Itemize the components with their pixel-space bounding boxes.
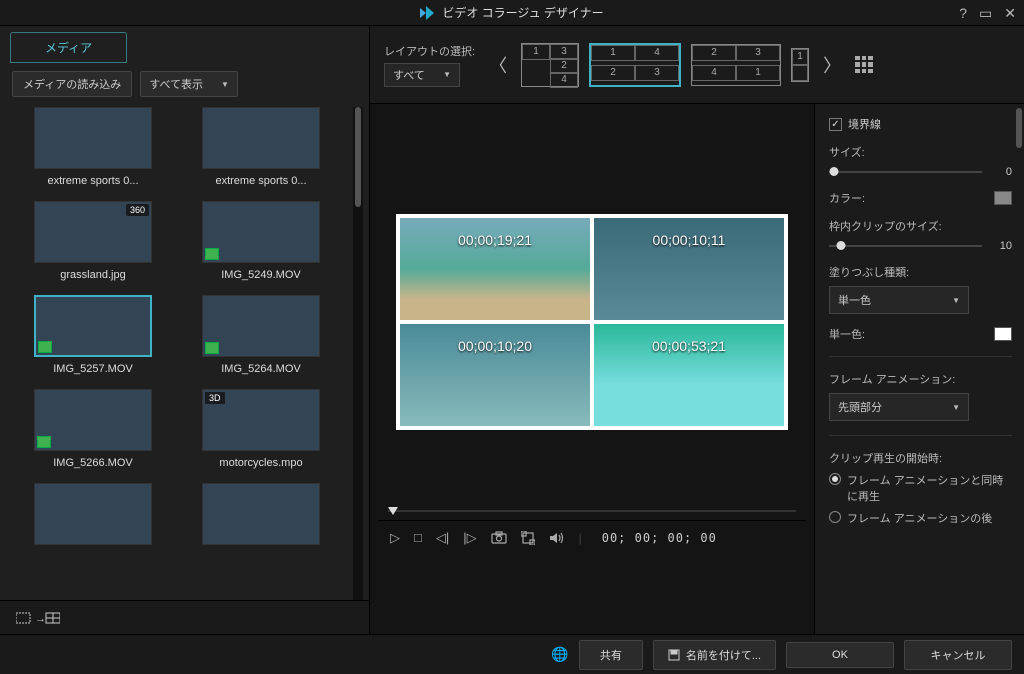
media-thumb[interactable]: IMG_5257.MOV [18, 295, 168, 385]
border-checkbox[interactable]: ✓ 境界線 [829, 116, 1012, 132]
color-label: カラー: [829, 190, 865, 206]
properties-panel: ✓ 境界線 サイズ: 0 カラー: 枠内クリップのサイズ: [814, 104, 1024, 634]
collage-cell-1[interactable]: 00;00;19;21 [400, 218, 590, 320]
radio-after-anim[interactable]: フレーム アニメーションの後 [829, 510, 1012, 526]
prev-frame-icon[interactable]: ◁| [436, 530, 449, 546]
media-thumb[interactable]: IMG_5249.MOV [186, 201, 336, 291]
bottom-bar: 🌐 共有 名前を付けて... OK キャンセル [0, 634, 1024, 674]
inner-size-slider[interactable] [829, 245, 982, 247]
layout-grid-icon[interactable] [855, 56, 873, 74]
inner-size-label: 枠内クリップのサイズ: [829, 218, 1012, 234]
collage-preview[interactable]: 00;00;19;21 00;00;10;11 00;00;10;20 00;0… [396, 214, 788, 430]
import-media-button[interactable]: メディアの読み込み [12, 71, 132, 97]
collage-cell-3[interactable]: 00;00;10;20 [400, 324, 590, 426]
timeline-scrubber[interactable] [378, 510, 806, 520]
size-value: 0 [990, 166, 1012, 178]
border-color-swatch[interactable] [994, 191, 1012, 205]
title-bar: ビデオ コラージュ デザイナー ? ▭ ✕ [0, 0, 1024, 26]
size-label: サイズ: [829, 144, 1012, 160]
inner-size-value: 10 [990, 240, 1012, 252]
cancel-button[interactable]: キャンセル [904, 640, 1012, 670]
help-icon[interactable]: ? [959, 5, 967, 21]
props-scrollbar[interactable] [1016, 108, 1022, 148]
crop-icon[interactable] [521, 531, 535, 545]
play-icon[interactable]: ▷ [390, 530, 400, 546]
close-icon[interactable]: ✕ [1004, 5, 1016, 22]
save-as-button[interactable]: 名前を付けて... [653, 640, 776, 670]
layout-tile[interactable]: 2341 [691, 44, 781, 86]
layout-tile[interactable]: 1 [791, 48, 809, 82]
layout-filter-select[interactable]: すべて [384, 63, 460, 87]
fill-type-label: 塗りつぶし種類: [829, 264, 1012, 280]
clip-start-label: クリップ再生の開始時: [829, 450, 1012, 466]
volume-icon[interactable] [549, 531, 565, 545]
collage-cell-2[interactable]: 00;00;10;11 [594, 218, 784, 320]
preview-area: 00;00;19;21 00;00;10;11 00;00;10;20 00;0… [370, 104, 814, 634]
tab-media[interactable]: メディア [10, 32, 127, 63]
media-thumb[interactable]: IMG_5264.MOV [186, 295, 336, 385]
stop-icon[interactable]: □ [414, 530, 422, 545]
maximize-icon[interactable]: ▭ [979, 5, 992, 22]
media-scrollbar[interactable] [353, 107, 363, 600]
frame-anim-label: フレーム アニメーション: [829, 371, 1012, 387]
media-thumb[interactable]: 3Dmotorcycles.mpo [186, 389, 336, 479]
layout-next-icon[interactable]: 〉 [819, 52, 845, 78]
share-button[interactable]: 共有 [579, 640, 643, 670]
layout-bar: レイアウトの選択: すべて 〈 132414232341 1 〉 [370, 26, 1024, 104]
snapshot-icon[interactable] [491, 531, 507, 544]
layout-prev-icon[interactable]: 〈 [485, 52, 511, 78]
media-panel: メディア メディアの読み込み すべて表示 extreme sports 0...… [0, 26, 370, 634]
layout-tiles: 132414232341 1 [521, 43, 809, 87]
media-thumb[interactable]: 360grassland.jpg [18, 201, 168, 291]
media-thumb[interactable]: extreme sports 0... [186, 107, 336, 197]
app-logo-icon [420, 6, 436, 20]
media-thumbnails: extreme sports 0...extreme sports 0...36… [18, 107, 349, 600]
media-thumb[interactable]: IMG_5266.MOV [18, 389, 168, 479]
globe-icon[interactable]: 🌐 [551, 646, 568, 663]
ok-button[interactable]: OK [786, 642, 894, 668]
size-slider[interactable] [829, 171, 982, 173]
auto-fill-layout-icon[interactable]: → [16, 610, 60, 626]
media-thumb[interactable] [186, 483, 336, 561]
media-thumb[interactable]: extreme sports 0... [18, 107, 168, 197]
media-filter-select[interactable]: すべて表示 [140, 71, 238, 97]
media-thumb[interactable] [18, 483, 168, 561]
app-title: ビデオ コラージュ デザイナー [442, 4, 603, 21]
frame-anim-select[interactable]: 先頭部分 [829, 393, 969, 421]
single-color-label: 単一色: [829, 326, 865, 342]
single-color-swatch[interactable] [994, 327, 1012, 341]
svg-text:→: → [35, 613, 46, 625]
collage-cell-4[interactable]: 00;00;53;21 [594, 324, 784, 426]
radio-with-anim[interactable]: フレーム アニメーションと同時に再生 [829, 472, 1012, 504]
fill-type-select[interactable]: 単一色 [829, 286, 969, 314]
playback-time: 00; 00; 00; 00 [602, 531, 717, 545]
layout-tile[interactable]: 1423 [589, 43, 681, 87]
layout-label: レイアウトの選択: [384, 43, 475, 59]
next-frame-icon[interactable]: |▷ [463, 530, 476, 546]
layout-tile[interactable]: 1324 [521, 43, 579, 87]
playback-bar: ▷ □ ◁| |▷ | 00; 00; 00; 00 [378, 520, 806, 554]
